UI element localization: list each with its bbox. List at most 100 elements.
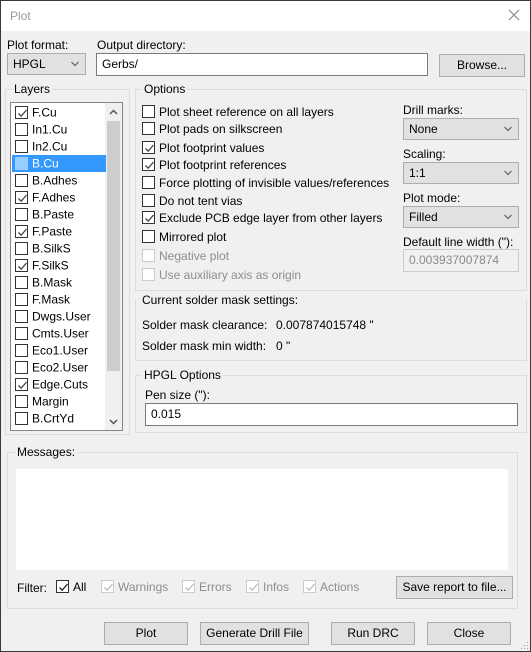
window-title: Plot (10, 9, 31, 23)
layer-checkbox[interactable] (15, 106, 28, 120)
filter-label-text: Errors (199, 579, 232, 594)
option-checkbox-row[interactable]: Exclude PCB edge layer from other layers (142, 210, 382, 227)
solder-mask-clearance-value: 0.007874015748 " (276, 318, 374, 332)
layer-item[interactable]: B.Cu (12, 155, 106, 172)
layer-item[interactable]: Eco2.User (12, 359, 106, 376)
option-checkbox-row[interactable]: Plot pads on silkscreen (142, 121, 282, 138)
layer-checkbox[interactable] (15, 157, 28, 171)
layer-name: Margin (32, 394, 69, 409)
drill-marks-value: None (409, 122, 438, 136)
layer-checkbox[interactable] (15, 361, 28, 375)
option-checkbox[interactable] (142, 122, 155, 136)
chevron-down-icon (71, 61, 79, 67)
filter-label-text: All (73, 579, 87, 594)
layer-checkbox[interactable] (15, 378, 28, 392)
layer-checkbox[interactable] (15, 293, 28, 307)
layer-item[interactable]: Edge.Cuts (12, 376, 106, 393)
option-checkbox-row[interactable]: Plot footprint references (142, 157, 286, 174)
layer-item[interactable]: In2.Cu (12, 138, 106, 155)
layer-item[interactable]: Cmts.User (12, 325, 106, 342)
layer-checkbox[interactable] (15, 191, 28, 205)
layer-checkbox[interactable] (15, 412, 28, 426)
layer-checkbox[interactable] (15, 259, 28, 273)
option-checkbox-row[interactable]: Force plotting of invisible values/refer… (142, 175, 389, 192)
pen-size-input[interactable]: 0.015 (145, 403, 518, 426)
filter-all-checkbox-row[interactable]: All (56, 579, 86, 596)
layer-checkbox[interactable] (15, 225, 28, 239)
layer-item[interactable]: F.Paste (12, 223, 106, 240)
messages-title: Messages: (15, 445, 78, 459)
layer-item[interactable]: B.SilkS (12, 240, 106, 257)
layer-checkbox[interactable] (15, 242, 28, 256)
pen-size-label: Pen size ("): (145, 388, 210, 402)
layer-checkbox[interactable] (15, 327, 28, 341)
options-group-title: Options (142, 82, 188, 96)
filter-label-text: Warnings (118, 579, 169, 594)
close-button[interactable]: Close (427, 622, 511, 645)
layer-item[interactable]: In1.Cu (12, 121, 106, 138)
layer-item[interactable]: Eco1.User (12, 342, 106, 359)
plot-format-select[interactable]: HPGL (7, 53, 86, 75)
layer-checkbox[interactable] (15, 310, 28, 324)
layers-scrollbar[interactable] (105, 103, 122, 430)
scroll-up-icon[interactable] (108, 108, 119, 117)
layer-checkbox[interactable] (15, 395, 28, 409)
layer-checkbox[interactable] (15, 140, 28, 154)
layer-checkbox[interactable] (15, 123, 28, 137)
layers-list[interactable]: F.Cu In1.Cu In2.Cu B.Cu B.Adhes F.Adhes B.Past… (10, 102, 123, 431)
layer-item[interactable]: F.Adhes (12, 189, 106, 206)
layer-item[interactable]: F.Cu (12, 104, 106, 121)
layer-item[interactable]: F.Mask (12, 291, 106, 308)
option-checkbox[interactable] (142, 176, 155, 190)
solder-mask-min-width-label: Solder mask min width: (142, 339, 267, 353)
option-checkbox-row[interactable]: Do not tent vias (142, 193, 242, 210)
close-window-icon[interactable] (506, 7, 522, 23)
layer-checkbox[interactable] (15, 174, 28, 188)
layer-item[interactable]: F.SilkS (12, 257, 106, 274)
layer-item[interactable]: B.Paste (12, 206, 106, 223)
filter-checkbox (101, 580, 114, 594)
drill-marks-select[interactable]: None (403, 118, 519, 140)
layer-checkbox[interactable] (15, 276, 28, 290)
scaling-select[interactable]: 1:1 (403, 162, 519, 184)
option-checkbox[interactable] (142, 194, 155, 208)
layer-checkbox[interactable] (15, 208, 28, 222)
scrollbar-thumb[interactable] (107, 121, 120, 371)
filter-checkbox[interactable] (56, 580, 69, 594)
plot-mode-select[interactable]: Filled (403, 206, 519, 228)
layer-item[interactable]: B.Adhes (12, 172, 106, 189)
layer-item[interactable]: B.Mask (12, 274, 106, 291)
messages-text-area[interactable] (16, 469, 508, 570)
resize-grip-icon[interactable] (519, 640, 529, 650)
layer-checkbox[interactable] (15, 344, 28, 358)
option-checkbox-row[interactable]: Mirrored plot (142, 229, 226, 246)
filter-checkbox (303, 580, 316, 594)
option-checkbox-row[interactable]: Plot footprint values (142, 140, 264, 157)
layer-item[interactable]: B.CrtYd (12, 410, 106, 427)
layer-item[interactable]: Margin (12, 393, 106, 410)
scroll-down-icon[interactable] (108, 417, 119, 426)
plot-button[interactable]: Plot (104, 622, 188, 645)
browse-button[interactable]: Browse... (439, 54, 525, 77)
option-checkbox[interactable] (142, 105, 155, 119)
option-checkbox[interactable] (142, 230, 155, 244)
default-line-width-input: 0.003937007874 (403, 249, 519, 272)
option-label: Force plotting of invisible values/refer… (159, 175, 390, 190)
output-directory-input[interactable]: Gerbs/ (96, 53, 428, 76)
layer-name: B.Mask (32, 275, 73, 290)
option-checkbox[interactable] (142, 141, 155, 155)
layer-name: Cmts.User (32, 326, 89, 341)
option-checkbox[interactable] (142, 158, 155, 172)
output-directory-label: Output directory: (97, 38, 186, 52)
option-checkbox (142, 249, 155, 263)
layer-name: F.Adhes (32, 190, 76, 205)
run-drc-button[interactable]: Run DRC (331, 622, 415, 645)
option-checkbox-row[interactable]: Plot sheet reference on all layers (142, 104, 334, 121)
option-checkbox[interactable] (142, 211, 155, 225)
layer-item[interactable]: Dwgs.User (12, 308, 106, 325)
scaling-label: Scaling: (403, 147, 446, 161)
save-report-button[interactable]: Save report to file... (396, 576, 513, 599)
option-checkbox-row: Negative plot (142, 248, 229, 265)
option-label: Plot footprint values (159, 140, 265, 155)
generate-drill-file-button[interactable]: Generate Drill File (200, 622, 309, 645)
